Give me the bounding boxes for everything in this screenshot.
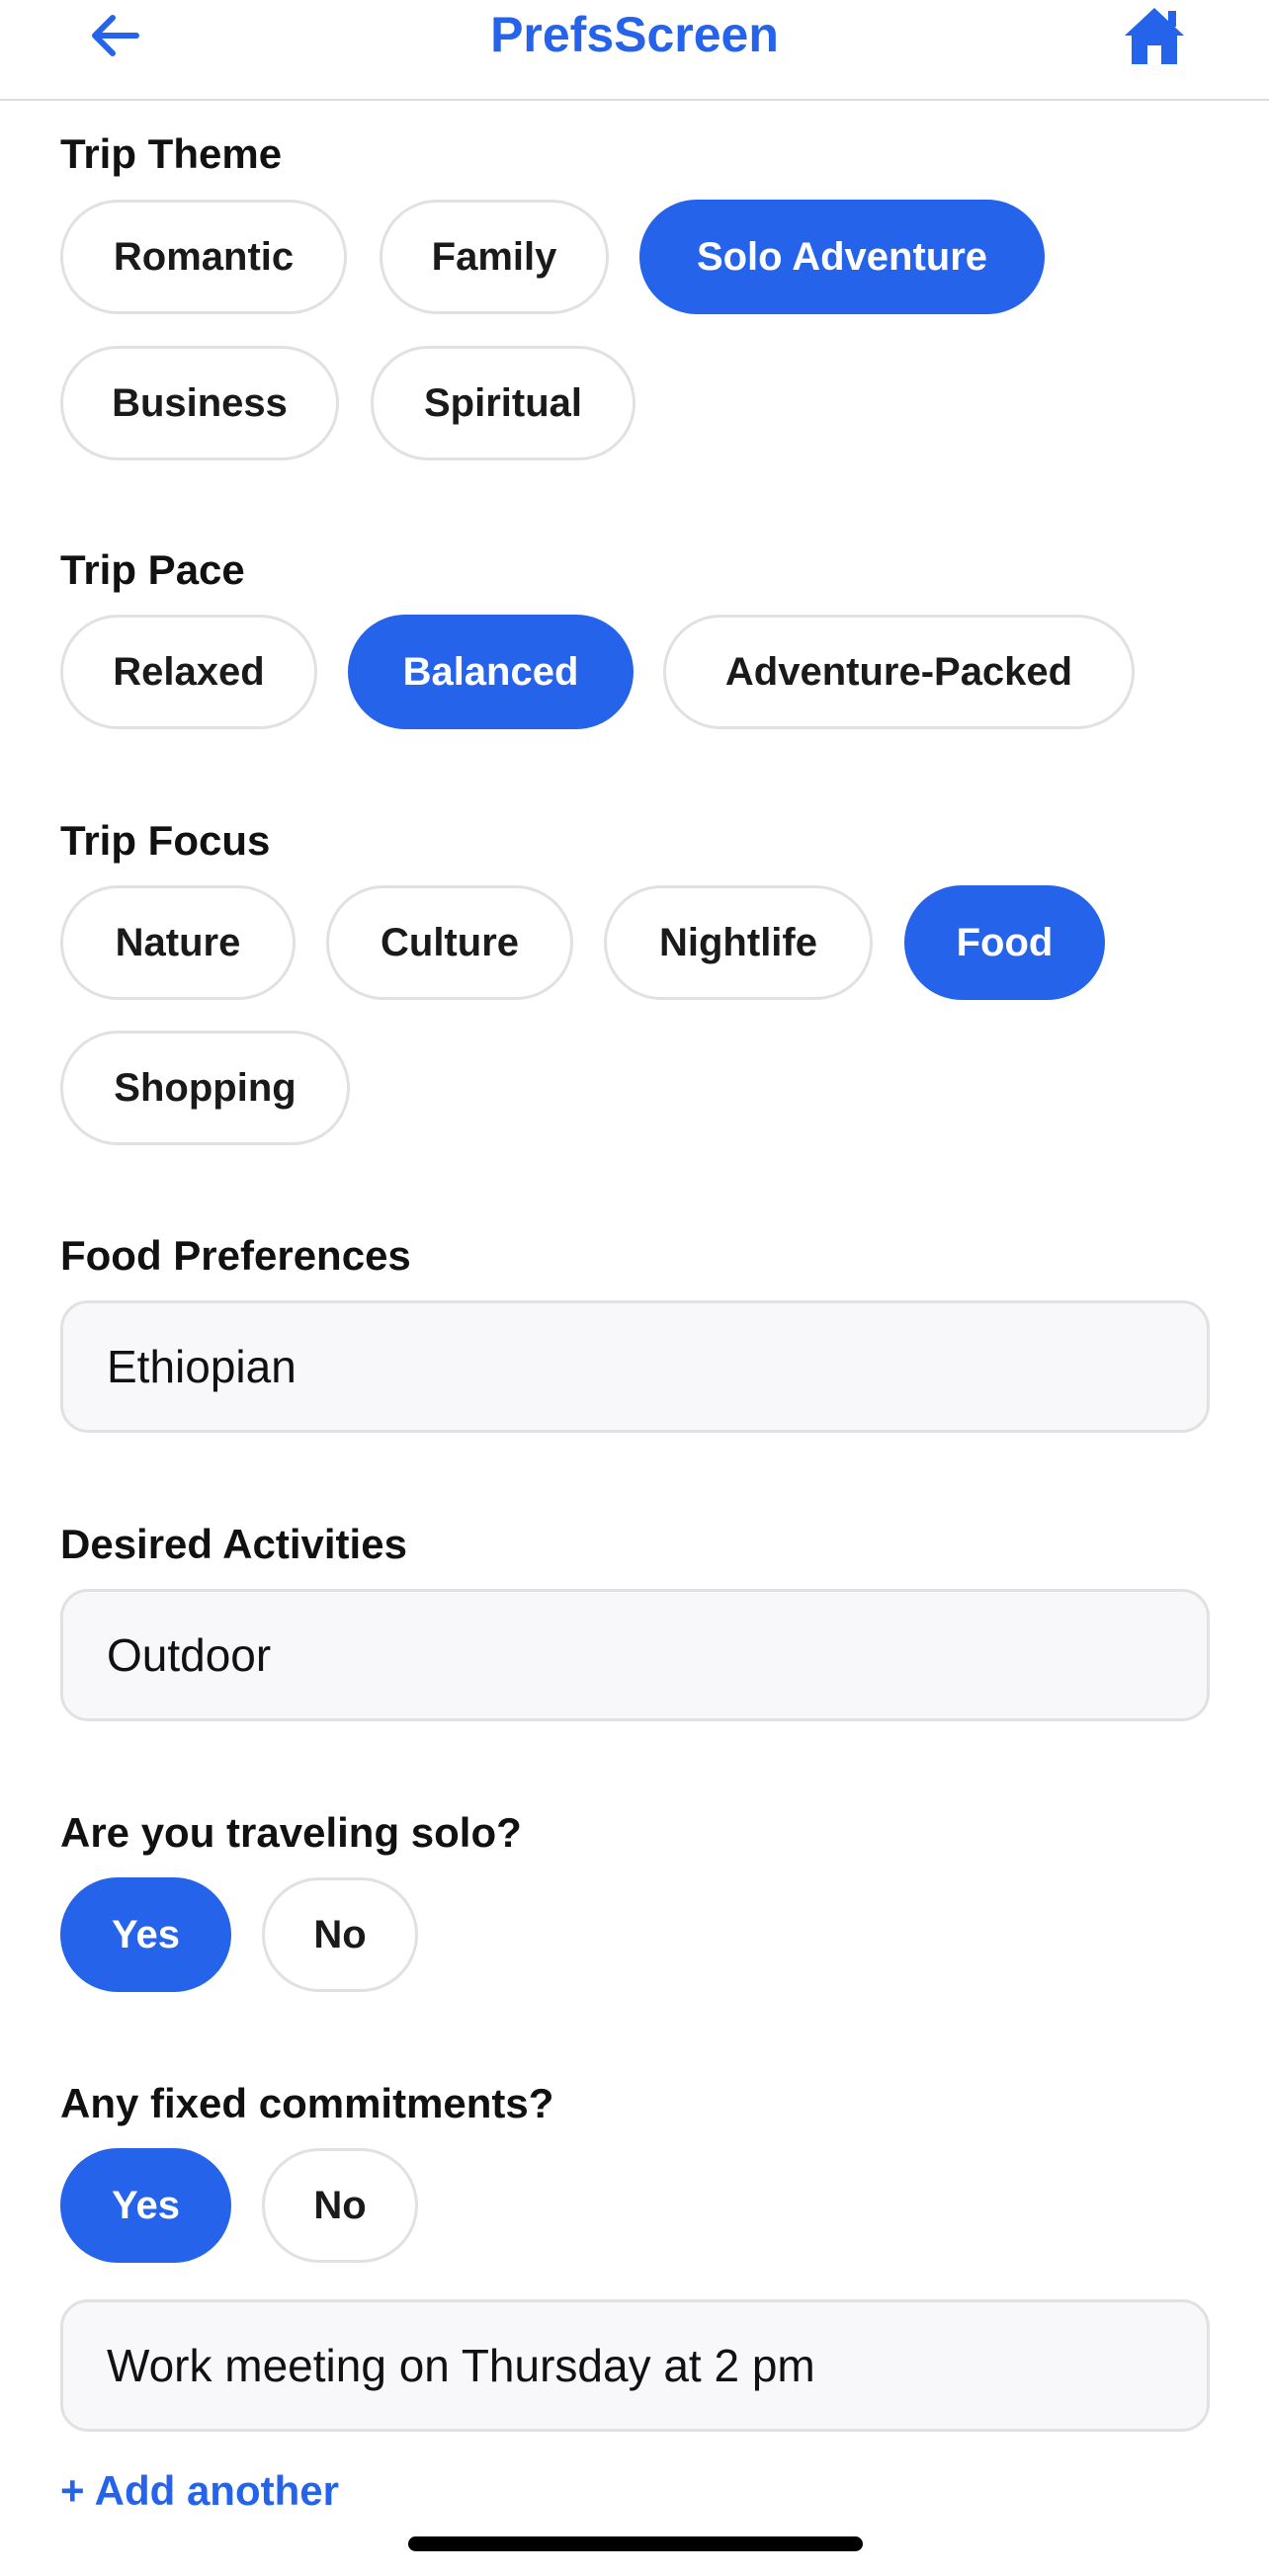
add-another-link[interactable]: + Add another (60, 2465, 339, 2517)
chip-business[interactable]: Business (60, 346, 339, 460)
chip-adventure-packed[interactable]: Adventure-Packed (663, 615, 1135, 729)
food-preferences-field[interactable]: Ethiopian (60, 1300, 1210, 1433)
chip-nature[interactable]: Nature (60, 885, 296, 1000)
solo-no-button[interactable]: No (262, 1877, 418, 1992)
traveling-solo-label: Are you traveling solo? (60, 1809, 522, 1856)
header-bar: PrefsScreen (0, 0, 1269, 101)
chip-spiritual[interactable]: Spiritual (371, 346, 635, 460)
chip-romantic[interactable]: Romantic (60, 200, 347, 314)
chip-nightlife[interactable]: Nightlife (604, 885, 873, 1000)
desired-activities-label: Desired Activities (60, 1521, 407, 1567)
home-button[interactable] (1117, 0, 1192, 71)
chip-solo-adventure[interactable]: Solo Adventure (639, 200, 1045, 314)
trip-focus-label: Trip Focus (60, 817, 271, 864)
trip-theme-label: Trip Theme (60, 130, 283, 177)
commitment-entry-field[interactable]: Work meeting on Thursday at 2 pm (60, 2299, 1210, 2432)
page-title: PrefsScreen (490, 7, 779, 62)
food-preferences-label: Food Preferences (60, 1232, 411, 1279)
chip-relaxed[interactable]: Relaxed (60, 615, 317, 729)
chip-family[interactable]: Family (380, 200, 609, 314)
chip-balanced[interactable]: Balanced (348, 615, 634, 729)
home-icon (1125, 8, 1184, 64)
chip-culture[interactable]: Culture (326, 885, 573, 1000)
commitments-yes-button[interactable]: Yes (60, 2148, 231, 2263)
commitments-no-button[interactable]: No (262, 2148, 418, 2263)
home-indicator-bar (408, 2536, 863, 2551)
chip-food[interactable]: Food (904, 885, 1105, 1000)
desired-activities-field[interactable]: Outdoor (60, 1589, 1210, 1721)
chip-shopping[interactable]: Shopping (60, 1031, 350, 1145)
fixed-commitments-label: Any fixed commitments? (60, 2080, 554, 2126)
prefs-screen: PrefsScreen Trip Theme Romantic Family S… (0, 0, 1269, 2576)
trip-pace-label: Trip Pace (60, 546, 245, 593)
solo-yes-button[interactable]: Yes (60, 1877, 231, 1992)
